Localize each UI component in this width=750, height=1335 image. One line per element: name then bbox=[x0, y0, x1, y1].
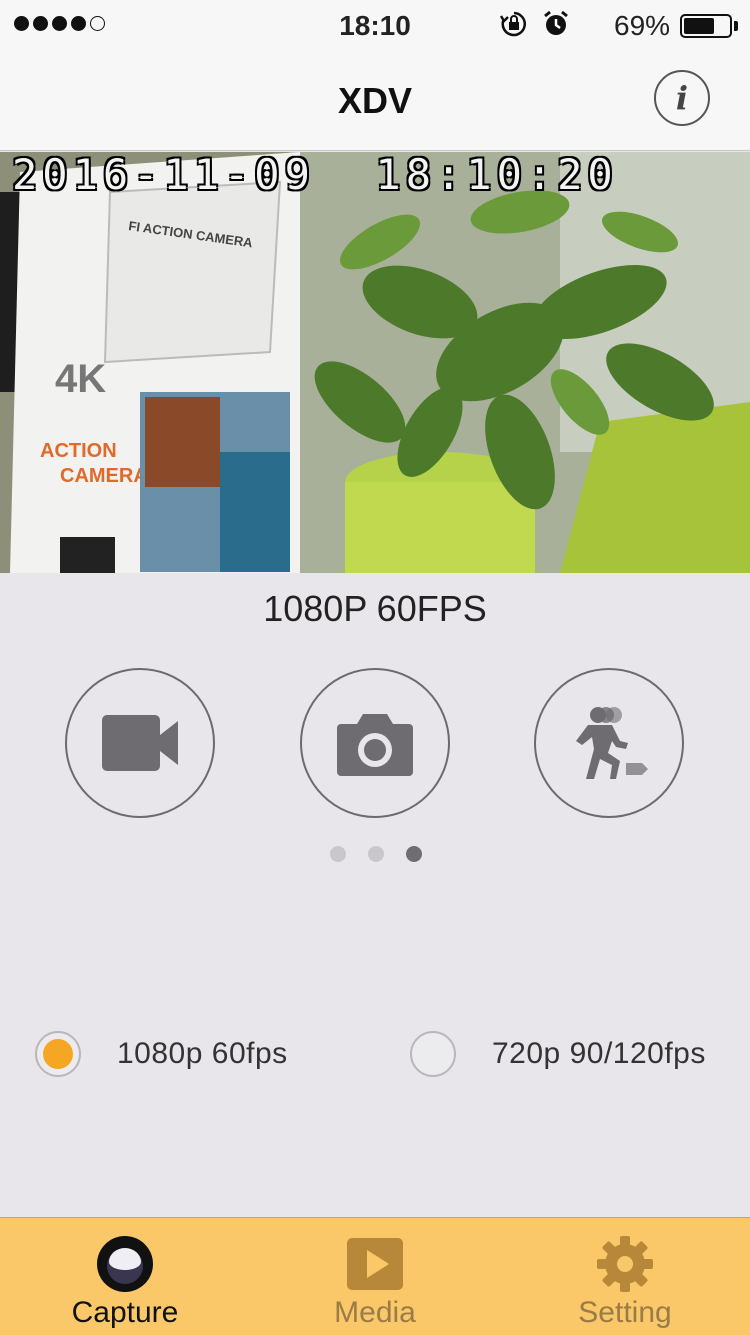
page-title: XDV bbox=[337, 80, 413, 121]
radio-720p[interactable] bbox=[410, 1031, 456, 1077]
preview-image: FI ACTION CAMERA 4K ACTION CAMERA bbox=[0, 152, 750, 573]
photo-mode-button[interactable] bbox=[300, 668, 450, 818]
status-bar: 18:10 69% bbox=[0, 0, 750, 52]
play-icon bbox=[347, 1238, 403, 1290]
camera-preview[interactable]: FI ACTION CAMERA 4K ACTION CAMERA 2016-1… bbox=[0, 152, 750, 573]
tab-label: Setting bbox=[578, 1296, 672, 1329]
radio-1080p[interactable] bbox=[35, 1031, 81, 1077]
battery-tip bbox=[734, 21, 738, 31]
svg-text:CAMERA: CAMERA bbox=[60, 465, 148, 487]
video-camera-icon bbox=[102, 715, 178, 771]
video-mode-button[interactable] bbox=[65, 668, 215, 818]
preview-timestamp: 2016-11-09 18:10:20 bbox=[12, 152, 618, 199]
camera-icon bbox=[337, 714, 413, 776]
tab-label: Media bbox=[334, 1296, 416, 1329]
page-indicator bbox=[330, 846, 422, 862]
svg-text:4K: 4K bbox=[55, 357, 106, 401]
battery-fill bbox=[684, 18, 714, 34]
page-dot-active[interactable] bbox=[406, 846, 422, 862]
option-720p[interactable]: 720p 90/120fps bbox=[410, 1030, 706, 1078]
page-dot[interactable] bbox=[368, 846, 384, 862]
resolution-label: 1080P 60FPS bbox=[263, 588, 487, 629]
gear-icon bbox=[597, 1236, 653, 1292]
navigation-bar: XDV i bbox=[0, 52, 750, 151]
tab-setting[interactable]: Setting bbox=[500, 1218, 750, 1335]
tab-capture[interactable]: Capture bbox=[0, 1218, 250, 1335]
page-dot[interactable] bbox=[330, 846, 346, 862]
burst-mode-button[interactable] bbox=[534, 668, 684, 818]
option-label: 1080p 60fps bbox=[117, 1037, 288, 1070]
svg-text:ACTION: ACTION bbox=[40, 440, 117, 462]
alarm-icon bbox=[544, 10, 568, 35]
info-button[interactable]: i bbox=[654, 70, 710, 126]
capture-lens-icon bbox=[97, 1236, 153, 1292]
rotation-lock-icon bbox=[500, 11, 526, 37]
option-label: 720p 90/120fps bbox=[492, 1037, 706, 1070]
tab-label: Capture bbox=[71, 1296, 179, 1329]
burst-runner-icon bbox=[576, 707, 648, 779]
tab-media[interactable]: Media bbox=[250, 1218, 500, 1335]
battery-icon bbox=[680, 14, 732, 38]
option-1080p[interactable]: 1080p 60fps bbox=[35, 1030, 288, 1078]
battery-percent: 69% bbox=[614, 10, 671, 41]
info-icon: i bbox=[675, 79, 689, 117]
tab-bar: Capture Media Setting bbox=[0, 1217, 750, 1335]
